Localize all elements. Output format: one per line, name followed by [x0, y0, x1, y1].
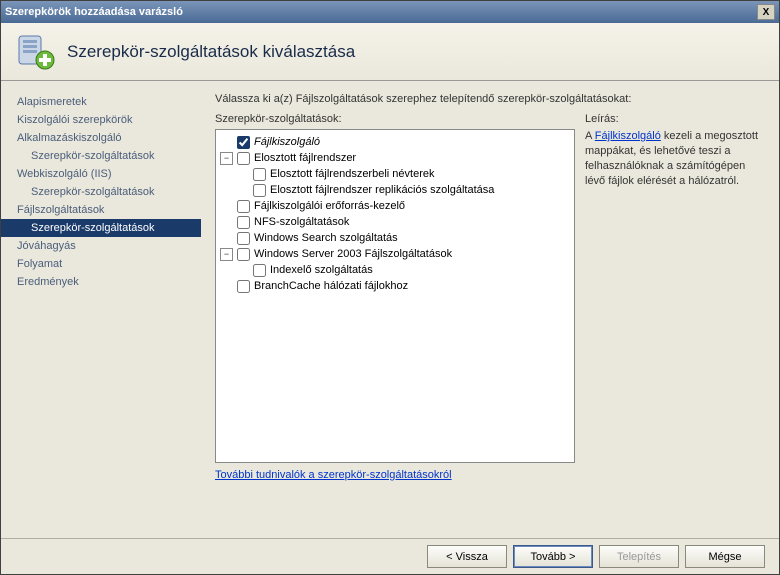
tree-item[interactable]: Elosztott fájlrendszerbeli névterek	[218, 166, 572, 182]
previous-button[interactable]: < Vissza	[427, 545, 507, 568]
role-checkbox[interactable]	[237, 152, 250, 165]
tree-item[interactable]: Fájlkiszolgáló	[218, 134, 572, 150]
tree-column: Szerepkör-szolgáltatások: Fájlkiszolgáló…	[215, 113, 575, 481]
content-row: Szerepkör-szolgáltatások: Fájlkiszolgáló…	[215, 113, 765, 481]
nav-item[interactable]: Webkiszolgáló (IIS)	[1, 165, 201, 183]
role-checkbox[interactable]	[237, 232, 250, 245]
tree-item[interactable]: BranchCache hálózati fájlokhoz	[218, 278, 572, 294]
tree-item[interactable]: Windows Search szolgáltatás	[218, 230, 572, 246]
description-label: Leírás:	[585, 113, 765, 125]
close-icon: X	[763, 7, 770, 18]
desc-link[interactable]: Fájlkiszolgáló	[595, 130, 661, 142]
titlebar: Szerepkörök hozzáadása varázsló X	[1, 1, 779, 23]
tree-item-label: Elosztott fájlrendszer	[254, 152, 356, 164]
tree-item[interactable]: Indexelő szolgáltatás	[218, 262, 572, 278]
tree-item[interactable]: Fájlkiszolgálói erőforrás-kezelő	[218, 198, 572, 214]
tree-item[interactable]: NFS-szolgáltatások	[218, 214, 572, 230]
nav-item[interactable]: Eredmények	[1, 273, 201, 291]
window-title: Szerepkörök hozzáadása varázsló	[5, 6, 757, 18]
nav-item[interactable]: Fájlszolgáltatások	[1, 201, 201, 219]
wizard-header: Szerepkör-szolgáltatások kiválasztása	[1, 23, 779, 81]
role-checkbox[interactable]	[253, 264, 266, 277]
tree-item[interactable]: Elosztott fájlrendszer replikációs szolg…	[218, 182, 572, 198]
collapse-icon[interactable]: −	[220, 152, 233, 165]
nav-item[interactable]: Alapismeretek	[1, 93, 201, 111]
tree-item-label: Fájlkiszolgáló	[254, 136, 320, 148]
description-column: Leírás: A Fájlkiszolgáló kezeli a megosz…	[585, 113, 765, 481]
desc-prefix: A	[585, 130, 595, 142]
tree-item-label: BranchCache hálózati fájlokhoz	[254, 280, 408, 292]
next-button[interactable]: Tovább >	[513, 545, 593, 568]
role-services-tree[interactable]: Fájlkiszolgáló − Elosztott fájlrendszer Elo…	[215, 129, 575, 463]
collapse-icon[interactable]: −	[220, 248, 233, 261]
tree-item-label: Indexelő szolgáltatás	[270, 264, 373, 276]
role-checkbox[interactable]	[237, 136, 250, 149]
description-text: A Fájlkiszolgáló kezeli a megosztott map…	[585, 129, 765, 188]
nav-item[interactable]: Alkalmazáskiszolgáló	[1, 129, 201, 147]
role-checkbox[interactable]	[253, 168, 266, 181]
role-checkbox[interactable]	[237, 280, 250, 293]
tree-label: Szerepkör-szolgáltatások:	[215, 113, 575, 125]
tree-item[interactable]: − Elosztott fájlrendszer	[218, 150, 572, 166]
role-checkbox[interactable]	[237, 248, 250, 261]
wizard-footer: < Vissza Tovább > Telepítés Mégse	[1, 538, 779, 574]
instruction-text: Válassza ki a(z) Fájlszolgáltatások szer…	[215, 93, 765, 105]
nav-item[interactable]: Folyamat	[1, 255, 201, 273]
cancel-button[interactable]: Mégse	[685, 545, 765, 568]
nav-sidebar: AlapismeretekKiszolgálói szerepkörökAlka…	[1, 81, 201, 539]
tree-item-label: Elosztott fájlrendszer replikációs szolg…	[270, 184, 494, 196]
tree-item-label: Elosztott fájlrendszerbeli névterek	[270, 168, 434, 180]
install-button[interactable]: Telepítés	[599, 545, 679, 568]
tree-item-label: Windows Search szolgáltatás	[254, 232, 398, 244]
tree-item-label: NFS-szolgáltatások	[254, 216, 349, 228]
nav-item[interactable]: Kiszolgálói szerepkörök	[1, 111, 201, 129]
close-button[interactable]: X	[757, 4, 775, 20]
tree-item-label: Fájlkiszolgálói erőforrás-kezelő	[254, 200, 405, 212]
nav-item[interactable]: Szerepkör-szolgáltatások	[1, 219, 201, 237]
nav-item[interactable]: Szerepkör-szolgáltatások	[1, 183, 201, 201]
nav-item[interactable]: Szerepkör-szolgáltatások	[1, 147, 201, 165]
role-checkbox[interactable]	[237, 216, 250, 229]
role-checkbox[interactable]	[237, 200, 250, 213]
content-area: Válassza ki a(z) Fájlszolgáltatások szer…	[201, 81, 779, 539]
role-checkbox[interactable]	[253, 184, 266, 197]
more-info-link[interactable]: További tudnivalók a szerepkör-szolgálta…	[215, 469, 575, 481]
wizard-window: Szerepkörök hozzáadása varázsló X Szerep…	[0, 0, 780, 575]
tree-item-label: Windows Server 2003 Fájlszolgáltatások	[254, 248, 452, 260]
wizard-icon	[15, 32, 55, 72]
wizard-body: AlapismeretekKiszolgálói szerepkörökAlka…	[1, 81, 779, 539]
nav-item[interactable]: Jóváhagyás	[1, 237, 201, 255]
page-title: Szerepkör-szolgáltatások kiválasztása	[67, 42, 355, 62]
tree-item[interactable]: − Windows Server 2003 Fájlszolgáltatások	[218, 246, 572, 262]
